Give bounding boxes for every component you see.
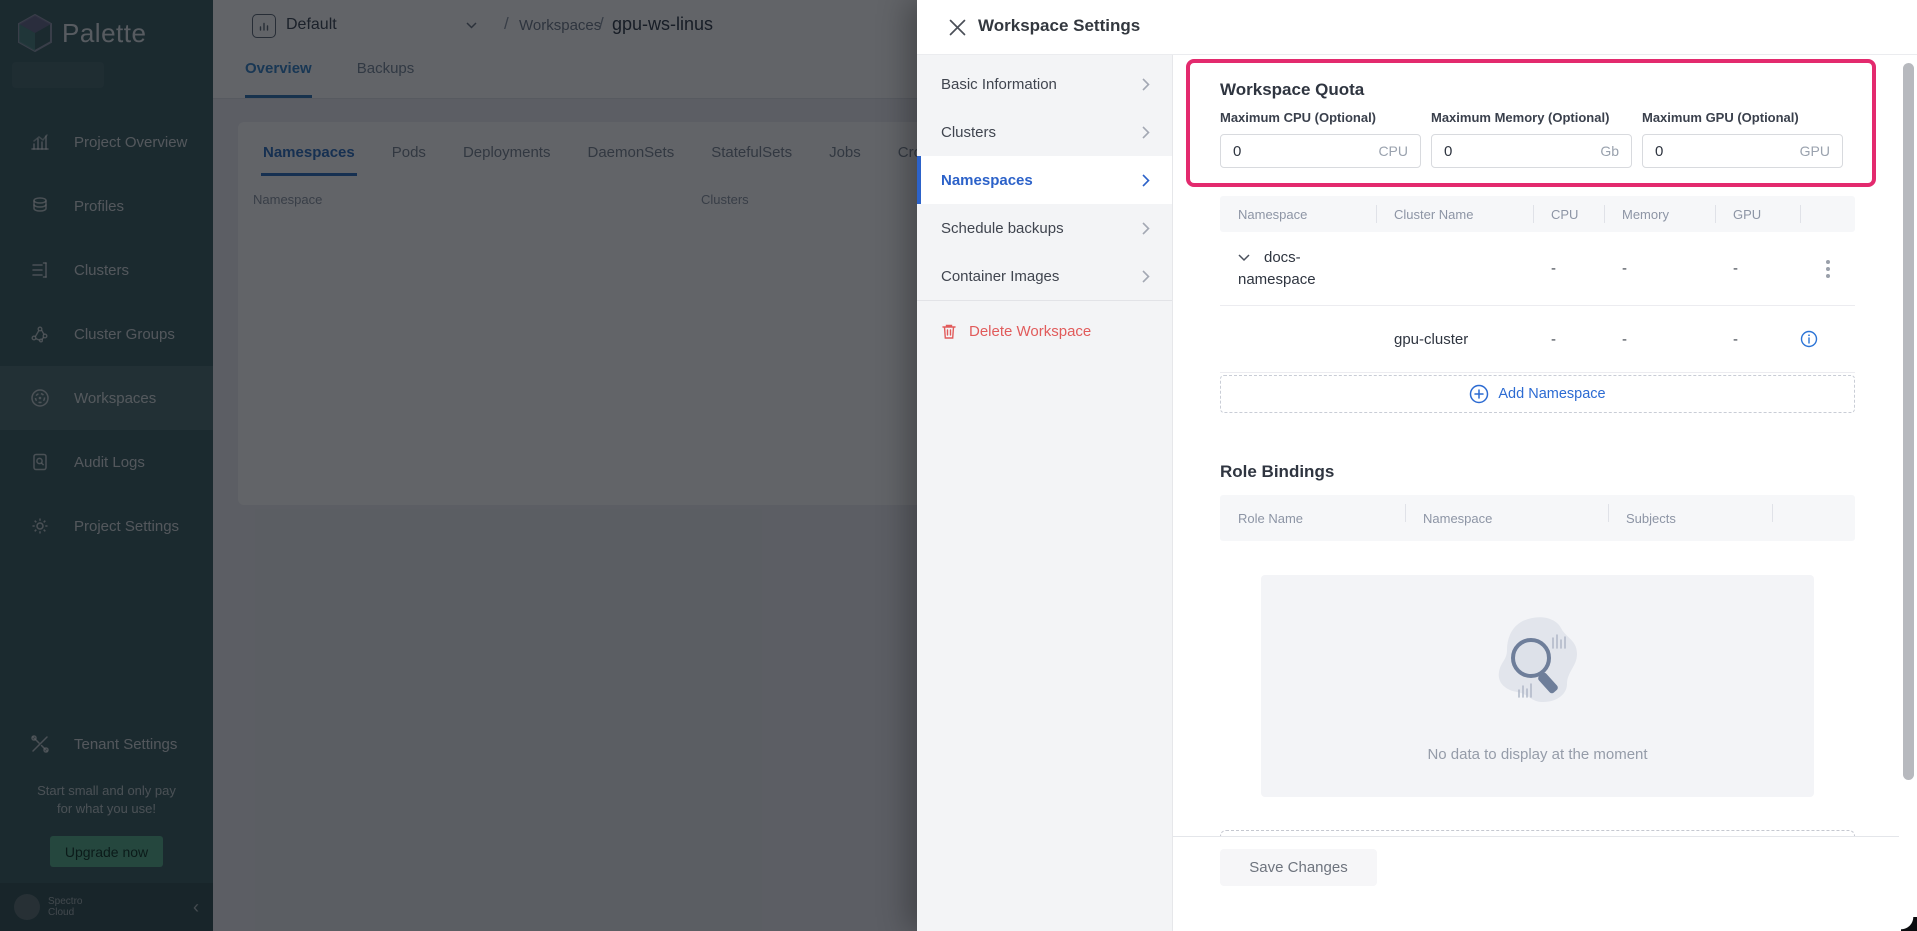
search-illustration-icon [1483, 610, 1593, 720]
trash-icon [941, 323, 957, 340]
menu-item-namespaces[interactable]: Namespaces [917, 156, 1172, 204]
role-bindings-table: Role Name Namespace Subjects [1220, 495, 1855, 541]
role-bindings-title: Role Bindings [1220, 462, 1334, 482]
quota-fields: Maximum CPU (Optional) CPU Maximum Memor… [1220, 110, 1843, 168]
role-bindings-header: Role Name Namespace Subjects [1220, 495, 1855, 541]
drawer-header: Workspace Settings [917, 0, 1917, 55]
max-gpu-label: Maximum GPU (Optional) [1642, 110, 1843, 125]
close-icon[interactable] [949, 19, 966, 36]
table-row-docs-namespace: docs-namespace - - - [1220, 232, 1855, 306]
workspace-settings-drawer: Workspace Settings Basic Information Clu… [917, 0, 1917, 931]
drawer-content: Workspace Quota Maximum CPU (Optional) C… [1173, 55, 1917, 931]
max-cpu-input[interactable] [1221, 135, 1341, 167]
cpu-value: - [1533, 260, 1604, 277]
max-cpu-field: Maximum CPU (Optional) CPU [1220, 110, 1421, 168]
namespace-table-header: Namespace Cluster Name CPU Memory GPU [1220, 196, 1855, 232]
scrollbar-thumb[interactable] [1903, 63, 1914, 780]
empty-state-text: No data to display at the moment [1427, 746, 1647, 763]
max-memory-field: Maximum Memory (Optional) Gb [1431, 110, 1632, 168]
add-namespace-button[interactable]: Add Namespace [1220, 375, 1855, 413]
table-row-gpu-cluster: gpu-cluster - - - [1220, 306, 1855, 373]
cluster-name: gpu-cluster [1376, 331, 1533, 348]
app-screen: Palette Project Overview Profiles [0, 0, 1917, 931]
kebab-menu-icon[interactable] [1826, 260, 1830, 278]
memory-value: - [1604, 331, 1715, 348]
menu-item-clusters[interactable]: Clusters [917, 108, 1172, 156]
menu-item-container-images[interactable]: Container Images [917, 252, 1172, 300]
chevron-right-icon [1142, 174, 1150, 187]
gpu-value: - [1715, 260, 1800, 277]
namespace-table: Namespace Cluster Name CPU Memory GPU do… [1220, 196, 1855, 373]
chevron-down-icon[interactable] [1238, 254, 1252, 262]
cpu-unit-label: CPU [1378, 143, 1408, 159]
max-memory-input[interactable] [1432, 135, 1552, 167]
max-memory-label: Maximum Memory (Optional) [1431, 110, 1632, 125]
max-gpu-field: Maximum GPU (Optional) GPU [1642, 110, 1843, 168]
chevron-right-icon [1142, 126, 1150, 139]
gpu-unit-label: GPU [1800, 143, 1830, 159]
chevron-right-icon [1142, 78, 1150, 91]
chevron-right-icon [1142, 222, 1150, 235]
menu-item-basic-information[interactable]: Basic Information [917, 60, 1172, 108]
drawer-menu: Basic Information Clusters Namespaces Sc… [917, 55, 1173, 931]
memory-value: - [1604, 260, 1715, 277]
max-gpu-input[interactable] [1643, 135, 1763, 167]
memory-unit-label: Gb [1600, 143, 1619, 159]
info-icon[interactable] [1800, 330, 1855, 348]
cpu-value: - [1533, 331, 1604, 348]
chevron-right-icon [1142, 270, 1150, 283]
menu-item-schedule-backups[interactable]: Schedule backups [917, 204, 1172, 252]
plus-circle-icon [1469, 384, 1489, 404]
gpu-value: - [1715, 331, 1800, 348]
delete-workspace-button[interactable]: Delete Workspace [917, 301, 1172, 361]
empty-state: No data to display at the moment [1261, 575, 1814, 797]
save-changes-button[interactable]: Save Changes [1220, 849, 1377, 886]
drawer-footer: Save Changes [1173, 836, 1899, 931]
max-cpu-label: Maximum CPU (Optional) [1220, 110, 1421, 125]
drawer-title: Workspace Settings [978, 16, 1140, 36]
workspace-quota-title: Workspace Quota [1220, 80, 1364, 100]
window-corner [1901, 917, 1917, 931]
